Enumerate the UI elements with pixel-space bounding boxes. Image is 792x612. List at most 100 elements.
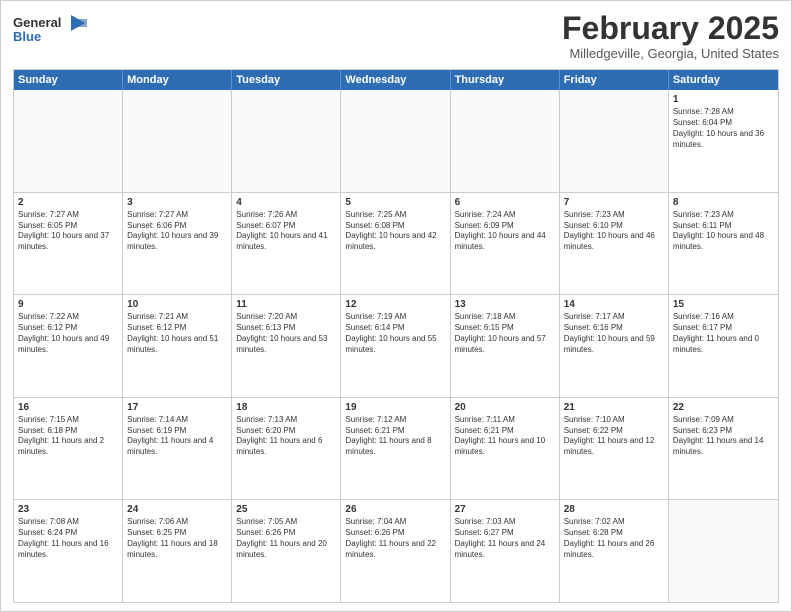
calendar-cell [14, 90, 123, 192]
calendar-cell: 26Sunrise: 7:04 AM Sunset: 6:26 PM Dayli… [341, 500, 450, 602]
day-number: 5 [345, 196, 445, 209]
calendar-cell: 18Sunrise: 7:13 AM Sunset: 6:20 PM Dayli… [232, 398, 341, 500]
day-number: 11 [236, 298, 336, 311]
day-info: Sunrise: 7:19 AM Sunset: 6:14 PM Dayligh… [345, 312, 445, 355]
day-info: Sunrise: 7:10 AM Sunset: 6:22 PM Dayligh… [564, 415, 664, 458]
day-number: 23 [18, 503, 118, 516]
day-number: 19 [345, 401, 445, 414]
page-header: General Blue February 2025 Milledgeville… [13, 11, 779, 61]
header-day-tuesday: Tuesday [232, 70, 341, 90]
day-info: Sunrise: 7:04 AM Sunset: 6:26 PM Dayligh… [345, 517, 445, 560]
day-number: 4 [236, 196, 336, 209]
calendar-cell: 7Sunrise: 7:23 AM Sunset: 6:10 PM Daylig… [560, 193, 669, 295]
calendar-cell: 6Sunrise: 7:24 AM Sunset: 6:09 PM Daylig… [451, 193, 560, 295]
calendar-cell: 27Sunrise: 7:03 AM Sunset: 6:27 PM Dayli… [451, 500, 560, 602]
day-number: 10 [127, 298, 227, 311]
calendar-cell: 15Sunrise: 7:16 AM Sunset: 6:17 PM Dayli… [669, 295, 778, 397]
calendar-cell: 2Sunrise: 7:27 AM Sunset: 6:05 PM Daylig… [14, 193, 123, 295]
header-day-monday: Monday [123, 70, 232, 90]
day-number: 28 [564, 503, 664, 516]
day-number: 25 [236, 503, 336, 516]
day-info: Sunrise: 7:09 AM Sunset: 6:23 PM Dayligh… [673, 415, 774, 458]
day-info: Sunrise: 7:27 AM Sunset: 6:06 PM Dayligh… [127, 210, 227, 253]
day-number: 7 [564, 196, 664, 209]
calendar-cell: 13Sunrise: 7:18 AM Sunset: 6:15 PM Dayli… [451, 295, 560, 397]
day-number: 27 [455, 503, 555, 516]
day-info: Sunrise: 7:20 AM Sunset: 6:13 PM Dayligh… [236, 312, 336, 355]
day-info: Sunrise: 7:15 AM Sunset: 6:18 PM Dayligh… [18, 415, 118, 458]
calendar-cell: 20Sunrise: 7:11 AM Sunset: 6:21 PM Dayli… [451, 398, 560, 500]
day-number: 22 [673, 401, 774, 414]
calendar-cell [560, 90, 669, 192]
day-info: Sunrise: 7:23 AM Sunset: 6:11 PM Dayligh… [673, 210, 774, 253]
location: Milledgeville, Georgia, United States [562, 46, 779, 61]
day-number: 18 [236, 401, 336, 414]
calendar-cell: 12Sunrise: 7:19 AM Sunset: 6:14 PM Dayli… [341, 295, 450, 397]
day-number: 2 [18, 196, 118, 209]
calendar-cell [232, 90, 341, 192]
day-info: Sunrise: 7:17 AM Sunset: 6:16 PM Dayligh… [564, 312, 664, 355]
day-number: 21 [564, 401, 664, 414]
calendar-cell [341, 90, 450, 192]
month-title: February 2025 [562, 11, 779, 46]
calendar-cell: 17Sunrise: 7:14 AM Sunset: 6:19 PM Dayli… [123, 398, 232, 500]
calendar-cell: 25Sunrise: 7:05 AM Sunset: 6:26 PM Dayli… [232, 500, 341, 602]
day-number: 12 [345, 298, 445, 311]
calendar-cell: 3Sunrise: 7:27 AM Sunset: 6:06 PM Daylig… [123, 193, 232, 295]
day-number: 14 [564, 298, 664, 311]
day-info: Sunrise: 7:27 AM Sunset: 6:05 PM Dayligh… [18, 210, 118, 253]
day-info: Sunrise: 7:28 AM Sunset: 6:04 PM Dayligh… [673, 107, 774, 150]
day-number: 17 [127, 401, 227, 414]
header-day-saturday: Saturday [669, 70, 778, 90]
day-number: 3 [127, 196, 227, 209]
calendar-cell: 5Sunrise: 7:25 AM Sunset: 6:08 PM Daylig… [341, 193, 450, 295]
day-info: Sunrise: 7:26 AM Sunset: 6:07 PM Dayligh… [236, 210, 336, 253]
day-number: 1 [673, 93, 774, 106]
day-info: Sunrise: 7:03 AM Sunset: 6:27 PM Dayligh… [455, 517, 555, 560]
svg-text:General: General [13, 15, 61, 30]
calendar-cell: 4Sunrise: 7:26 AM Sunset: 6:07 PM Daylig… [232, 193, 341, 295]
day-number: 26 [345, 503, 445, 516]
logo: General Blue [13, 11, 93, 49]
calendar-cell: 22Sunrise: 7:09 AM Sunset: 6:23 PM Dayli… [669, 398, 778, 500]
header-day-thursday: Thursday [451, 70, 560, 90]
day-number: 15 [673, 298, 774, 311]
calendar-cell [669, 500, 778, 602]
day-number: 8 [673, 196, 774, 209]
day-info: Sunrise: 7:16 AM Sunset: 6:17 PM Dayligh… [673, 312, 774, 355]
calendar-cell: 8Sunrise: 7:23 AM Sunset: 6:11 PM Daylig… [669, 193, 778, 295]
calendar-header: SundayMondayTuesdayWednesdayThursdayFrid… [14, 70, 778, 90]
day-info: Sunrise: 7:25 AM Sunset: 6:08 PM Dayligh… [345, 210, 445, 253]
calendar-cell: 19Sunrise: 7:12 AM Sunset: 6:21 PM Dayli… [341, 398, 450, 500]
day-number: 16 [18, 401, 118, 414]
calendar-row-5: 23Sunrise: 7:08 AM Sunset: 6:24 PM Dayli… [14, 500, 778, 602]
day-info: Sunrise: 7:21 AM Sunset: 6:12 PM Dayligh… [127, 312, 227, 355]
calendar-cell: 16Sunrise: 7:15 AM Sunset: 6:18 PM Dayli… [14, 398, 123, 500]
calendar-row-3: 9Sunrise: 7:22 AM Sunset: 6:12 PM Daylig… [14, 295, 778, 398]
header-day-friday: Friday [560, 70, 669, 90]
day-info: Sunrise: 7:05 AM Sunset: 6:26 PM Dayligh… [236, 517, 336, 560]
calendar-grid: SundayMondayTuesdayWednesdayThursdayFrid… [13, 69, 779, 603]
calendar-body: 1Sunrise: 7:28 AM Sunset: 6:04 PM Daylig… [14, 90, 778, 602]
title-area: February 2025 Milledgeville, Georgia, Un… [562, 11, 779, 61]
day-info: Sunrise: 7:12 AM Sunset: 6:21 PM Dayligh… [345, 415, 445, 458]
calendar-row-1: 1Sunrise: 7:28 AM Sunset: 6:04 PM Daylig… [14, 90, 778, 193]
calendar-cell: 14Sunrise: 7:17 AM Sunset: 6:16 PM Dayli… [560, 295, 669, 397]
calendar-row-4: 16Sunrise: 7:15 AM Sunset: 6:18 PM Dayli… [14, 398, 778, 501]
calendar-cell: 24Sunrise: 7:06 AM Sunset: 6:25 PM Dayli… [123, 500, 232, 602]
calendar-cell: 11Sunrise: 7:20 AM Sunset: 6:13 PM Dayli… [232, 295, 341, 397]
header-day-wednesday: Wednesday [341, 70, 450, 90]
calendar-cell [451, 90, 560, 192]
day-info: Sunrise: 7:14 AM Sunset: 6:19 PM Dayligh… [127, 415, 227, 458]
day-info: Sunrise: 7:11 AM Sunset: 6:21 PM Dayligh… [455, 415, 555, 458]
day-info: Sunrise: 7:02 AM Sunset: 6:28 PM Dayligh… [564, 517, 664, 560]
day-info: Sunrise: 7:13 AM Sunset: 6:20 PM Dayligh… [236, 415, 336, 458]
day-number: 24 [127, 503, 227, 516]
calendar-cell: 21Sunrise: 7:10 AM Sunset: 6:22 PM Dayli… [560, 398, 669, 500]
day-number: 9 [18, 298, 118, 311]
day-info: Sunrise: 7:24 AM Sunset: 6:09 PM Dayligh… [455, 210, 555, 253]
calendar-cell [123, 90, 232, 192]
header-day-sunday: Sunday [14, 70, 123, 90]
calendar-cell: 9Sunrise: 7:22 AM Sunset: 6:12 PM Daylig… [14, 295, 123, 397]
day-number: 20 [455, 401, 555, 414]
